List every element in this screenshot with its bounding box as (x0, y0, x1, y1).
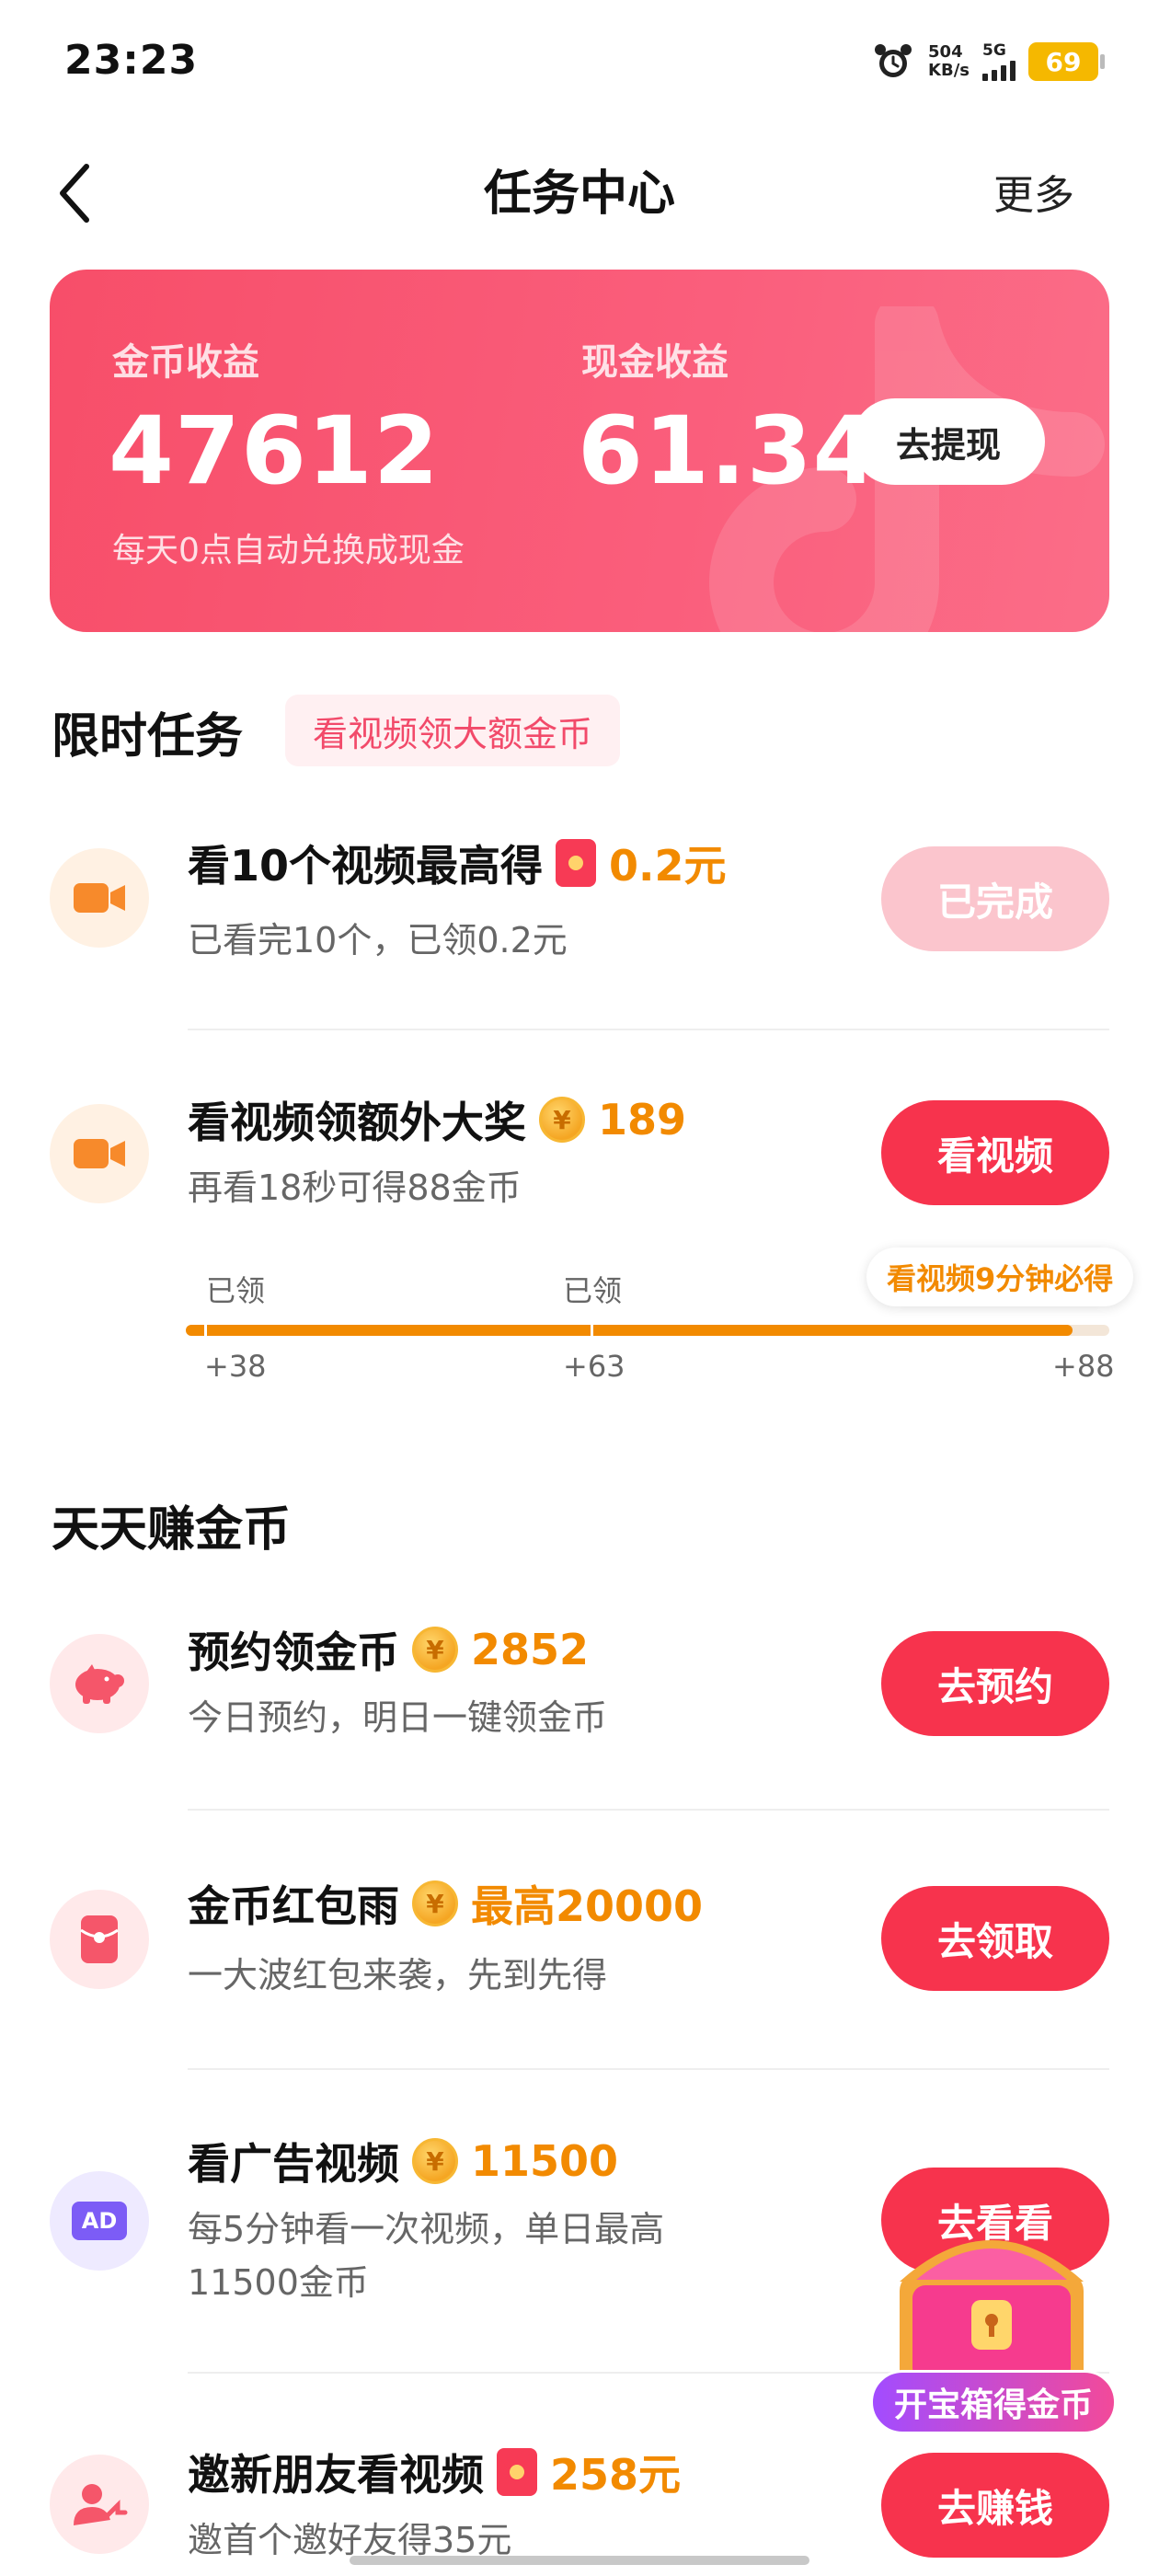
cash-earnings-value: 61.34 (578, 397, 879, 506)
piggy-bank-icon (75, 1664, 124, 1704)
red-envelope-icon (556, 839, 597, 887)
earnings-note: 每天0点自动兑换成现金 (112, 532, 465, 569)
task-desc-line: 11500金币 (188, 2262, 369, 2303)
battery-icon: 69 (1028, 42, 1105, 81)
task-icon-ad: AD (50, 2171, 149, 2271)
task-reward: 2852 (471, 1625, 590, 1674)
task-title: 看10个视频最高得 0.2元 (188, 833, 727, 893)
reserve-button[interactable]: 去预约 (881, 1631, 1109, 1736)
task-desc-line: 每5分钟看一次视频，单日最高 (188, 2209, 665, 2249)
earnings-card: 金币收益 47612 现金收益 61.34 去提现 每天0点自动兑换成现金 (50, 270, 1109, 632)
status-icons: 504 KB/s 5G 69 (871, 39, 1105, 85)
coin-earnings-label: 金币收益 (112, 341, 259, 384)
task-icon-envelope (50, 1890, 149, 1989)
ad-icon: AD (72, 2202, 127, 2240)
task-desc: 再看18秒可得88金币 (188, 1167, 522, 1208)
watch-video-button[interactable]: 看视频 (881, 1100, 1109, 1205)
task-icon-video (50, 848, 149, 948)
net-speed-unit: KB/s (928, 61, 970, 80)
net-speed: 504 KB/s (928, 43, 970, 80)
task-title: 预约领金币 ¥ 2852 (188, 1619, 589, 1680)
earn-money-button[interactable]: 去赚钱 (881, 2453, 1109, 2558)
status-time: 23:23 (64, 37, 199, 84)
more-button[interactable]: 更多 (993, 162, 1074, 221)
invite-friends-icon (74, 2484, 128, 2525)
divider (188, 2068, 1109, 2070)
task-desc: 今日预约，明日一键领金币 (188, 1697, 608, 1738)
divider (188, 1029, 1109, 1030)
task-title: 金币红包雨 ¥ 最高20000 (188, 1873, 703, 1934)
task-title-text: 预约领金币 (188, 1627, 399, 1677)
limited-tasks-title: 限时任务 (52, 709, 244, 765)
home-indicator (350, 2556, 809, 2565)
progress-tip: 看视频9分钟必得 (866, 1248, 1134, 1306)
coin-icon: ¥ (412, 1880, 458, 1926)
task-title-text: 金币红包雨 (188, 1881, 399, 1931)
alarm-clock-icon (875, 44, 912, 77)
task-icon-invite (50, 2455, 149, 2554)
task-reward: 189 (598, 1095, 687, 1144)
task-desc: 每5分钟看一次视频，单日最高 11500金币 (188, 2202, 664, 2309)
task-title-text: 看视频领额外大奖 (188, 1098, 526, 1147)
video-camera-icon (74, 1139, 125, 1168)
task-desc: 已看完10个，已领0.2元 (188, 920, 568, 960)
network-type: 5G (982, 41, 1006, 60)
task-title: 看广告视频 ¥ 11500 (188, 2131, 618, 2191)
coin-icon: ¥ (412, 1627, 458, 1673)
red-envelope-icon (80, 1915, 119, 1963)
treasure-label[interactable]: 开宝箱得金币 (870, 2370, 1117, 2434)
task-title-text: 邀新朋友看视频 (188, 2450, 484, 2500)
ad-icon-text: AD (81, 2208, 118, 2234)
task-reward: 258元 (550, 2450, 682, 2500)
progress-tick (204, 1319, 207, 1341)
progress-fill (186, 1325, 1073, 1336)
progress-claimed-label: 已领 (206, 1273, 266, 1308)
video-camera-icon (74, 883, 125, 913)
progress-value: +88 (1052, 1349, 1115, 1384)
progress-value: +63 (563, 1349, 625, 1384)
battery-level: 69 (1045, 46, 1082, 77)
task-desc: 一大波红包来袭，先到先得 (188, 1955, 608, 1995)
daily-coins-title: 天天赚金币 (52, 1502, 292, 1558)
task-icon-piggy (50, 1634, 149, 1733)
signal-bars-icon (982, 59, 1016, 81)
progress-tick (591, 1319, 593, 1341)
task-icon-video (50, 1104, 149, 1203)
divider (188, 1809, 1109, 1811)
page-title: 任务中心 (483, 167, 675, 222)
task-reward: 0.2元 (609, 841, 727, 891)
signal-indicator: 5G (982, 42, 1016, 81)
coin-icon: ¥ (539, 1097, 585, 1143)
red-envelope-icon (497, 2448, 537, 2496)
limited-tasks-tag: 看视频领大额金币 (285, 695, 621, 766)
task-reward: 最高20000 (471, 1881, 704, 1931)
progress-bar (186, 1319, 1109, 1341)
completed-button[interactable]: 已完成 (881, 846, 1109, 951)
task-title: 邀新朋友看视频 258元 (188, 2442, 681, 2502)
cash-earnings-label: 现金收益 (581, 341, 729, 384)
coin-icon: ¥ (412, 2138, 458, 2184)
progress-value: +38 (204, 1349, 267, 1384)
task-title: 看视频领额外大奖 ¥ 189 (188, 1089, 686, 1150)
net-speed-value: 504 (928, 42, 963, 62)
coin-earnings-value: 47612 (109, 397, 440, 506)
task-reward: 11500 (471, 2136, 619, 2186)
task-title-text: 看10个视频最高得 (188, 841, 544, 891)
task-title-text: 看广告视频 (188, 2139, 399, 2189)
claim-button[interactable]: 去领取 (881, 1886, 1109, 1991)
progress-claimed-label: 已领 (563, 1273, 623, 1308)
status-bar: 23:23 504 KB/s 5G 69 (0, 0, 1159, 129)
withdraw-button[interactable]: 去提现 (852, 398, 1045, 485)
